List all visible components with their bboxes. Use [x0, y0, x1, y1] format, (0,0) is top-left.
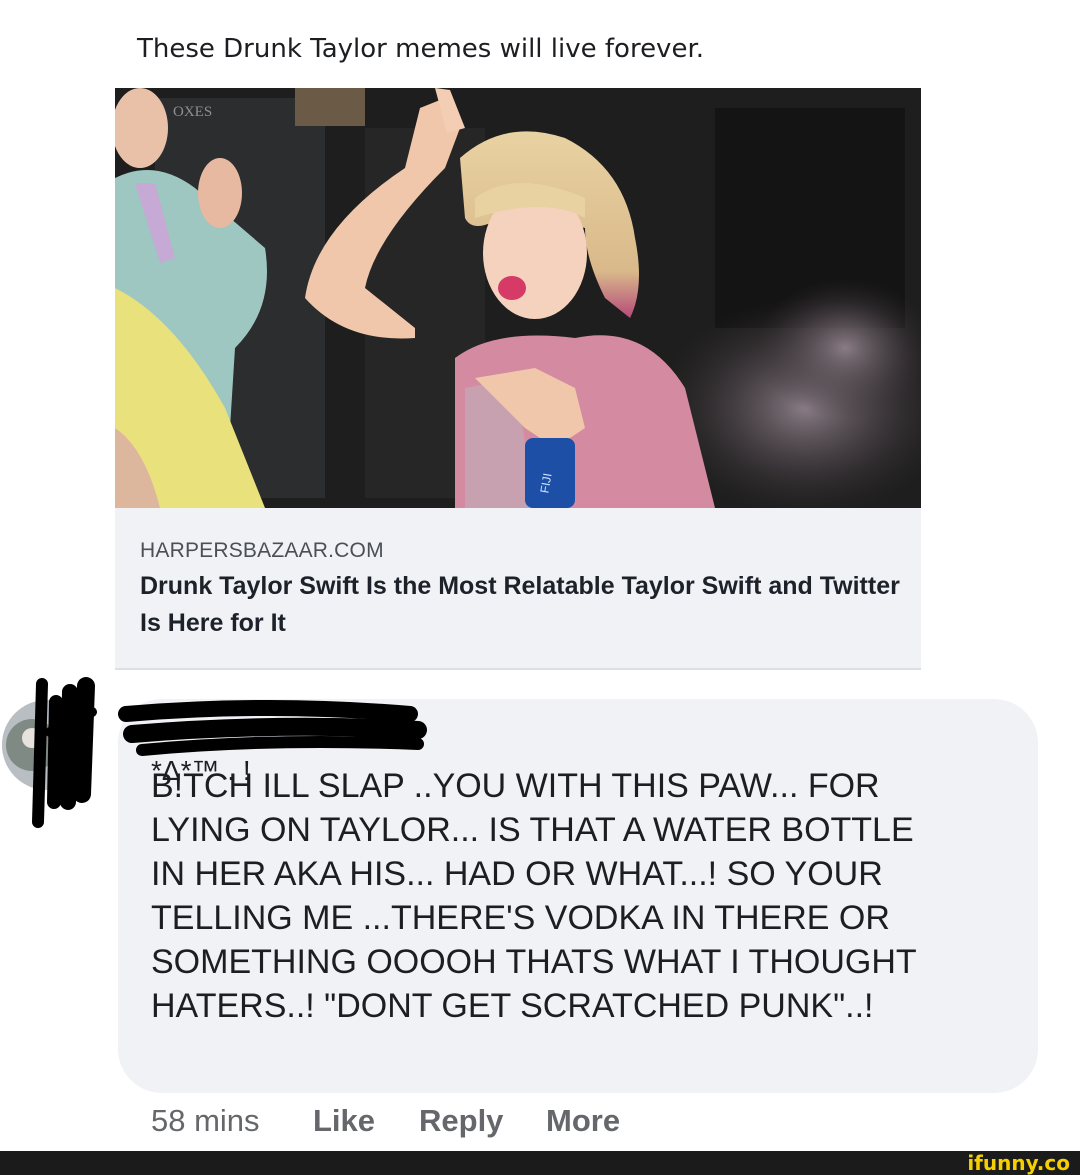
like-button[interactable]: Like [313, 1103, 375, 1139]
comment-text: B!TCH ILL SLAP ..YOU WITH THIS PAW... FO… [151, 767, 917, 1025]
ifunny-watermark: ifunny.co [967, 1151, 1070, 1175]
link-title[interactable]: Drunk Taylor Swift Is the Most Relatable… [140, 568, 900, 642]
more-button[interactable]: More [546, 1103, 620, 1139]
commenter-name-redaction [118, 700, 427, 756]
sign-text: OXES [173, 104, 212, 120]
link-preview-card[interactable]: OXES FIJI HARPERSBAZAAR.COM Drunk Taylor… [115, 88, 921, 670]
watermark-bar [0, 1151, 1080, 1175]
party-photo: OXES FIJI [115, 88, 921, 508]
comment-timestamp[interactable]: 58 mins [151, 1103, 260, 1139]
name-scribble-redaction [32, 677, 97, 828]
reply-button[interactable]: Reply [419, 1103, 503, 1139]
post-text: These Drunk Taylor memes will live forev… [137, 34, 705, 64]
link-preview-image[interactable]: OXES FIJI [115, 88, 921, 508]
link-domain: HARPERSBAZAAR.COM [140, 539, 384, 562]
